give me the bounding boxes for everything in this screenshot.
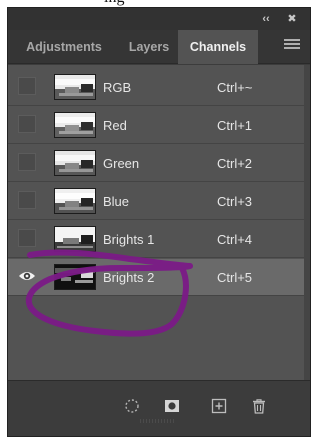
channel-thumbnail [54, 150, 96, 176]
channel-thumbnail [54, 112, 96, 138]
heading-fragment: ing [104, 0, 214, 7]
channel-row-green[interactable]: Green Ctrl+2 [8, 145, 304, 182]
channel-row-brights-2[interactable]: Brights 2 Ctrl+5 [8, 259, 304, 296]
channel-name: Red [103, 118, 127, 133]
visibility-toggle[interactable] [18, 115, 36, 133]
channel-row-blue[interactable]: Blue Ctrl+3 [8, 183, 304, 220]
panel-tab-bar: Adjustments Layers Channels [8, 30, 310, 64]
channel-thumbnail [54, 188, 96, 214]
tab-channels[interactable]: Channels [178, 30, 258, 64]
visibility-toggle[interactable] [18, 229, 36, 247]
panel-menu-icon[interactable] [284, 39, 300, 53]
load-channel-as-selection-icon[interactable] [124, 398, 140, 414]
channel-shortcut: Ctrl+~ [217, 80, 253, 95]
channel-shortcut: Ctrl+5 [217, 270, 253, 285]
channel-list: RGB Ctrl+~ Red Ctrl+1 Green Ctrl+2 Blue [8, 65, 310, 380]
channel-thumbnail [54, 226, 96, 252]
channel-shortcut: Ctrl+1 [217, 118, 253, 133]
channel-name: Brights 1 [103, 232, 155, 247]
visibility-toggle[interactable] [18, 153, 36, 171]
channel-row-rgb[interactable]: RGB Ctrl+~ [8, 69, 304, 106]
channel-thumbnail [54, 74, 96, 100]
eye-icon[interactable] [18, 267, 36, 285]
channel-shortcut: Ctrl+3 [217, 194, 253, 209]
channel-row-red[interactable]: Red Ctrl+1 [8, 107, 304, 144]
channel-shortcut: Ctrl+2 [217, 156, 253, 171]
resize-grip[interactable] [138, 419, 178, 423]
visibility-toggle[interactable] [18, 77, 36, 95]
delete-channel-icon[interactable] [251, 398, 267, 414]
channel-name: Green [103, 156, 140, 171]
panel-title-bar: ‹‹ ✖ [8, 8, 310, 30]
channel-name: Brights 2 [103, 270, 155, 285]
channel-row-brights-1[interactable]: Brights 1 Ctrl+4 [8, 221, 304, 258]
channel-name: Blue [103, 194, 130, 209]
save-selection-as-channel-icon[interactable] [164, 398, 180, 414]
scrollbar[interactable] [304, 65, 310, 380]
close-icon[interactable]: ✖ [284, 11, 300, 27]
tab-adjustments[interactable]: Adjustments [12, 30, 116, 64]
collapse-panel-icon[interactable]: ‹‹ [258, 11, 274, 27]
channels-panel: ‹‹ ✖ Adjustments Layers Channels RGB Ctr… [7, 7, 311, 437]
tab-layers[interactable]: Layers [122, 30, 176, 64]
visibility-toggle[interactable] [18, 191, 36, 209]
channel-name: RGB [103, 80, 132, 95]
new-channel-icon[interactable] [211, 398, 227, 414]
channel-shortcut: Ctrl+4 [217, 232, 253, 247]
panel-bottom-toolbar [8, 380, 310, 426]
channel-thumbnail [54, 264, 96, 290]
